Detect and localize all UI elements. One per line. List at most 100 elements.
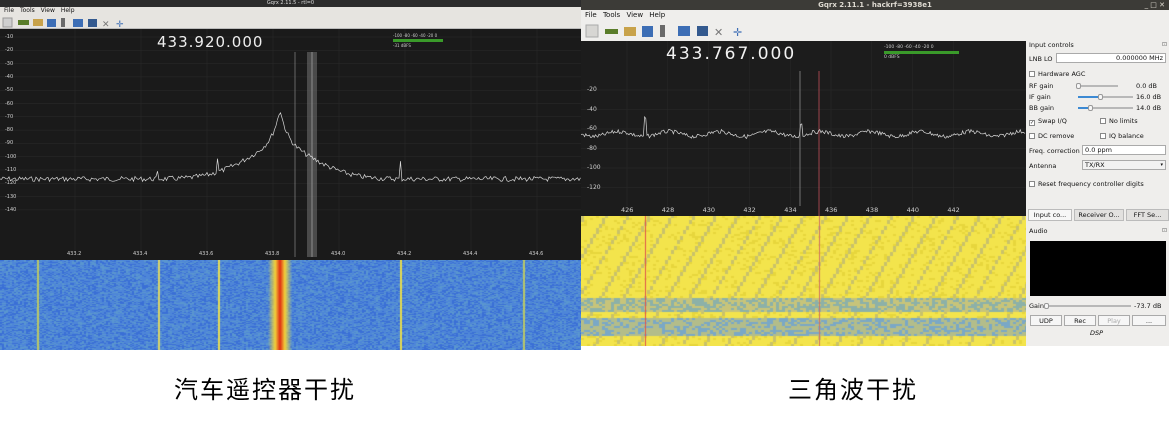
play-button[interactable]: Play (1098, 315, 1130, 326)
x-tick-label: 426 (621, 206, 634, 214)
hardware-agc-label: Hardware AGC (1038, 70, 1086, 78)
freq-correction-input[interactable]: 0.0 ppm (1082, 145, 1166, 155)
left-gqrx-window: Gqrx 2.11.5 - rtl=0 File Tools View Help… (0, 0, 581, 350)
window-controls[interactable]: _ □ ✕ (1145, 0, 1165, 10)
checkbox-icon[interactable] (1029, 133, 1035, 139)
menu-help[interactable]: Help (61, 7, 75, 14)
y-tick-label: -120 (587, 183, 601, 191)
record-icon (61, 18, 65, 27)
antenna-select[interactable]: TX/RX ▾ (1082, 160, 1166, 170)
dc-remove-label: DC remove (1038, 132, 1075, 140)
checkbox-icon[interactable] (1029, 71, 1035, 77)
caption-left: 汽车遥控器干扰 (174, 376, 356, 404)
no-limits-label: No limits (1109, 117, 1138, 125)
x-tick-label: 430 (702, 206, 716, 214)
menu-view[interactable]: View (41, 7, 55, 14)
input-controls-header: Input controls (1029, 41, 1074, 49)
if-gain-label: IF gain (1029, 93, 1051, 101)
y-tick-label: -130 (5, 193, 17, 200)
screen-icon (678, 26, 690, 36)
right-gqrx-window: Gqrx 2.11.1 - hackrf=3938e1 _ □ ✕ File T… (581, 0, 1169, 346)
dc-remove-checkbox[interactable]: DC remove (1029, 132, 1074, 140)
menu-view[interactable]: View (626, 11, 643, 19)
fft-graph (581, 41, 1026, 216)
udp-button[interactable]: UDP (1030, 315, 1062, 326)
if-gain-value: 16.0 dB (1136, 93, 1162, 101)
spectrum-trace (0, 111, 581, 183)
open-icon (33, 19, 43, 26)
swap-iq-label: Swap I/Q (1038, 117, 1067, 125)
checkbox-icon[interactable] (1100, 133, 1106, 139)
x-tick-label: 438 (865, 206, 879, 214)
lnb-label: LNB LO (1029, 55, 1053, 63)
checkbox-icon[interactable] (1029, 181, 1035, 187)
no-limits-checkbox[interactable]: No limits (1100, 117, 1138, 125)
rf-gain-slider[interactable] (1076, 83, 1118, 89)
open-icon (624, 27, 636, 36)
frequency-display[interactable]: 433.920.000 (157, 33, 263, 51)
y-tick-label: -20 (587, 86, 597, 93)
antenna-value: TX/RX (1085, 161, 1105, 169)
menu-file[interactable]: File (4, 7, 14, 14)
y-tick-label: -90 (5, 140, 14, 147)
more-button[interactable]: ... (1132, 315, 1166, 326)
dock-float-icon[interactable]: ⊡ (1162, 41, 1167, 48)
window-title: Gqrx 2.11.1 - hackrf=3938e1 (581, 0, 1169, 10)
y-tick-label: -40 (587, 105, 597, 113)
frequency-display[interactable]: 433.767.000 (666, 44, 796, 64)
power-icon (585, 24, 599, 38)
rf-gain-label: RF gain (1029, 82, 1054, 90)
device-icon (18, 20, 29, 25)
menu-tools[interactable]: Tools (20, 7, 35, 14)
menu-tools[interactable]: Tools (603, 11, 620, 19)
hardware-agc-checkbox[interactable]: Hardware AGC (1029, 70, 1085, 78)
bb-gain-slider[interactable] (1078, 105, 1133, 111)
x-tick-label: 434 (784, 206, 797, 214)
tab-fft-settings[interactable]: FFT Se... (1126, 209, 1169, 221)
checkbox-checked-icon[interactable]: ✓ (1029, 120, 1035, 126)
dock-float-icon[interactable]: ⊡ (1162, 227, 1167, 234)
fft-graph (0, 29, 581, 257)
lnb-input[interactable]: 0.000000 MHz (1056, 53, 1166, 63)
x-tick-label: 433.4 (133, 251, 148, 257)
y-tick-label: -30 (5, 60, 14, 67)
tools-icon: ✕ (714, 26, 723, 39)
fft-plot[interactable] (581, 41, 1026, 216)
config-icon (88, 19, 97, 27)
tab-input-controls[interactable]: Input co... (1028, 209, 1072, 221)
tab-receiver-options[interactable]: Receiver O... (1074, 209, 1124, 221)
waterfall[interactable] (581, 216, 1026, 346)
y-tick-label: -120 (5, 180, 17, 187)
if-gain-slider[interactable] (1078, 94, 1133, 100)
checkbox-icon[interactable] (1100, 118, 1106, 124)
toolbar-icons: ✕ ✛ (585, 24, 742, 39)
rf-gain-value: 0.0 dB (1136, 82, 1157, 90)
audio-gain-slider[interactable] (1044, 303, 1131, 309)
x-tick-label: 428 (661, 206, 675, 214)
iq-balance-checkbox[interactable]: IQ balance (1100, 132, 1144, 140)
y-tick-label: -10 (5, 34, 14, 40)
menu-help[interactable]: Help (649, 11, 665, 19)
record-icon (660, 25, 665, 37)
meter-scale: -100 -80 -60 -40 -20 0 (884, 45, 934, 50)
meter-scale: -100 -80 -60 -40 -20 0 (393, 33, 438, 38)
waterfall[interactable] (0, 260, 581, 350)
save-icon (47, 19, 56, 27)
fft-plot[interactable] (0, 29, 581, 260)
audio-header: Audio (1029, 227, 1048, 235)
menu-file[interactable]: File (585, 11, 597, 19)
swap-iq-checkbox[interactable]: ✓ Swap I/Q (1029, 117, 1067, 126)
x-tick-label: 433.8 (265, 251, 280, 257)
reset-digits-checkbox[interactable]: Reset frequency controller digits (1029, 180, 1144, 188)
x-tick-label: 434.2 (397, 251, 412, 257)
y-tick-label: -100 (5, 153, 17, 160)
rec-button[interactable]: Rec (1064, 315, 1096, 326)
spectrum-trace (581, 115, 1026, 139)
y-tick-label: -40 (5, 73, 14, 80)
x-tick-label: 434.4 (463, 251, 478, 257)
iq-balance-label: IQ balance (1109, 132, 1144, 140)
x-tick-label: 433.6 (199, 251, 214, 257)
reset-digits-label: Reset frequency controller digits (1038, 180, 1144, 188)
meter-bar (884, 51, 959, 54)
signal-meter: -100 -80 -60 -40 -20 0 0 dBFS (884, 45, 964, 65)
